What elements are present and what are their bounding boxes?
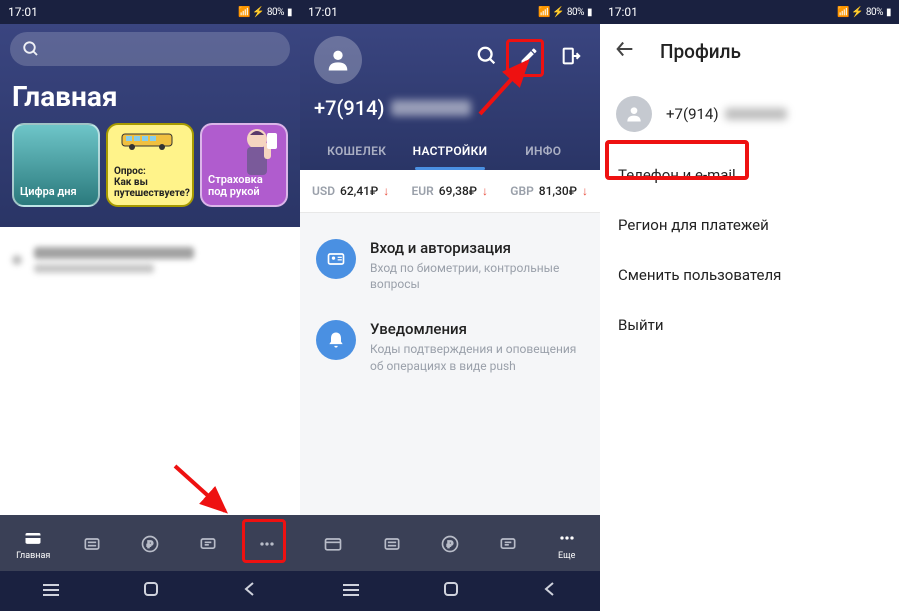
promo-cards: Цифра дня Опрос:Как выпутешествуете? Стр…	[10, 123, 290, 215]
status-icons: 📶 ⚡ 80% ▮	[238, 7, 292, 18]
bus-illustration	[114, 129, 186, 153]
card-icon	[323, 534, 343, 554]
nav-3[interactable]: ₽	[124, 534, 176, 554]
svg-text:₽: ₽	[447, 540, 453, 550]
settings-list: Вход и авторизацияВход по биометрии, кон…	[300, 213, 600, 515]
highlight-edit-button	[506, 39, 544, 77]
tab-wallet[interactable]: КОШЕЛЕК	[310, 134, 403, 170]
home-button[interactable]	[442, 580, 460, 602]
page-title: Главная	[12, 80, 288, 113]
back-button[interactable]	[614, 38, 636, 64]
person-illustration	[202, 125, 286, 175]
list-icon	[382, 534, 402, 554]
exit-icon	[560, 45, 582, 67]
avatar[interactable]	[314, 36, 362, 84]
chat-icon	[198, 534, 218, 554]
search-input[interactable]	[10, 32, 290, 66]
rate-gbp[interactable]: GBP81,30₽↓	[510, 184, 588, 198]
id-card-icon	[316, 239, 356, 279]
screen-profile: 17:01 📶 ⚡ 80% ▮ Профиль +7(914) Телефон …	[600, 0, 899, 611]
person-icon	[324, 46, 352, 74]
profile-tabs: КОШЕЛЕК НАСТРОЙКИ ИНФО	[310, 134, 590, 170]
android-nav-bar	[0, 571, 300, 611]
ruble-icon: ₽	[440, 534, 460, 554]
status-time: 17:01	[8, 5, 38, 19]
more-icon	[557, 528, 577, 548]
rate-usd[interactable]: USD62,41₽↓	[312, 184, 389, 198]
home-header: Главная Цифра дня Опрос:Как выпутешеству…	[0, 24, 300, 227]
bell-icon	[316, 320, 356, 360]
page-title: Профиль	[660, 40, 741, 63]
trend-down-icon: ↓	[482, 184, 488, 198]
nav-4[interactable]	[482, 534, 534, 554]
status-icons: 📶 ⚡ 80% ▮	[538, 7, 592, 18]
nav-home[interactable]	[307, 534, 359, 554]
avatar	[616, 96, 652, 132]
nav-4[interactable]	[182, 534, 234, 554]
nav-3[interactable]: ₽	[424, 534, 476, 554]
card-insurance[interactable]: Страховкапод рукой	[200, 123, 288, 207]
nav-2[interactable]	[366, 534, 418, 554]
profile-header: +7(914) КОШЕЛЕК НАСТРОЙКИ ИНФО	[300, 24, 600, 170]
svg-text:₽: ₽	[147, 540, 153, 550]
android-nav-bar	[300, 571, 600, 611]
nav-more[interactable]	[241, 534, 293, 554]
profile-header-bar: Профиль	[600, 24, 899, 78]
screen-settings: 17:01 📶 ⚡ 80% ▮ +7(914) КОШЕЛЕК НАСТРОЙК…	[300, 0, 600, 611]
home-body	[0, 227, 300, 515]
more-icon	[257, 534, 277, 554]
bottom-nav: ₽ Еще	[300, 515, 600, 571]
bottom-nav: Главная ₽	[0, 515, 300, 571]
recent-apps-button[interactable]	[41, 582, 61, 601]
list-icon	[82, 534, 102, 554]
person-icon	[624, 104, 644, 124]
rate-eur[interactable]: EUR69,38₽↓	[412, 184, 488, 198]
item-logout[interactable]: Выйти	[600, 300, 899, 350]
status-bar: 17:01 📶 ⚡ 80% ▮	[600, 0, 899, 24]
ruble-icon: ₽	[140, 534, 160, 554]
annotation-arrow	[170, 461, 240, 521]
nav-more[interactable]: Еще	[541, 528, 593, 561]
home-button[interactable]	[142, 580, 160, 602]
status-time: 17:01	[308, 5, 338, 19]
chat-icon	[498, 534, 518, 554]
search-icon	[22, 40, 40, 58]
currency-rates: USD62,41₽↓ EUR69,38₽↓ GBP81,30₽↓	[300, 170, 600, 213]
setting-auth[interactable]: Вход и авторизацияВход по биометрии, кон…	[300, 225, 600, 306]
trend-down-icon: ↓	[383, 184, 389, 198]
recent-apps-button[interactable]	[341, 582, 361, 601]
logout-button[interactable]	[552, 37, 590, 75]
screen-home: 17:01 📶 ⚡ 80% ▮ Главная Цифра дня Опрос:…	[0, 0, 300, 611]
setting-notifications[interactable]: УведомленияКоды подтверждения и оповещен…	[300, 306, 600, 387]
profile-phone: +7(914)	[314, 96, 590, 120]
back-button[interactable]	[241, 580, 259, 602]
blurred-content	[12, 247, 288, 273]
status-bar: 17:01 📶 ⚡ 80% ▮	[300, 0, 600, 24]
card-survey[interactable]: Опрос:Как выпутешествуете?	[106, 123, 194, 207]
tab-settings[interactable]: НАСТРОЙКИ	[403, 134, 496, 170]
back-button[interactable]	[541, 580, 559, 602]
tab-info[interactable]: ИНФО	[497, 134, 590, 170]
trend-down-icon: ↓	[582, 184, 588, 198]
nav-2[interactable]	[66, 534, 118, 554]
profile-phone: +7(914)	[666, 105, 787, 123]
item-region[interactable]: Регион для платежей	[600, 200, 899, 250]
nav-home[interactable]: Главная	[7, 528, 59, 561]
status-bar: 17:01 📶 ⚡ 80% ▮	[0, 0, 300, 24]
card-icon	[23, 528, 43, 548]
status-icons: 📶 ⚡ 80% ▮	[837, 7, 891, 18]
card-digit-of-day[interactable]: Цифра дня	[12, 123, 100, 207]
item-switch-user[interactable]: Сменить пользователя	[600, 250, 899, 300]
status-time: 17:01	[608, 5, 638, 19]
highlight-phone-email	[605, 140, 749, 180]
